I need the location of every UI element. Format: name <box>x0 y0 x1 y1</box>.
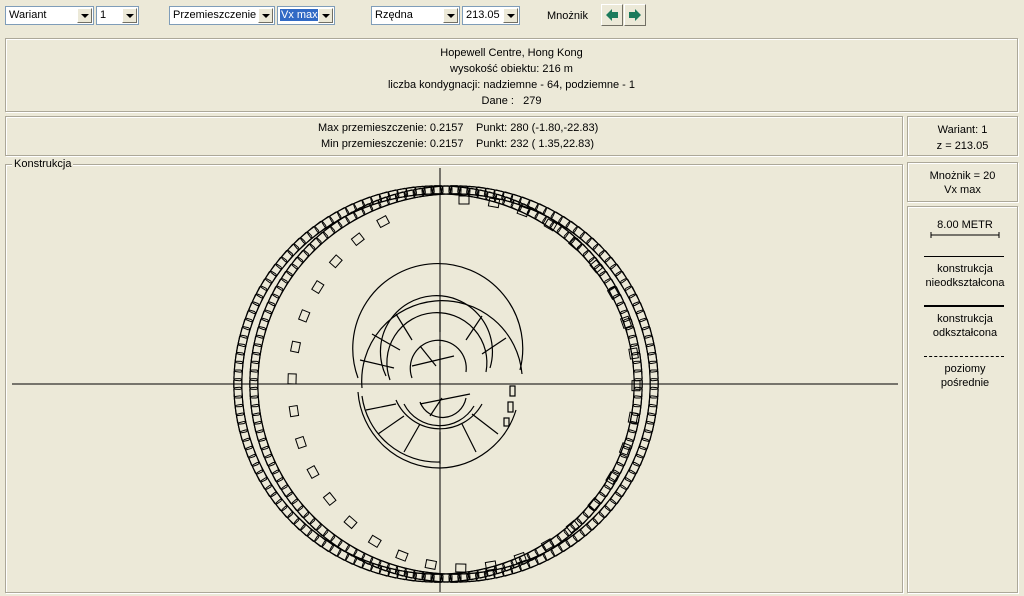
inner-core-walls <box>352 263 524 469</box>
column-section-deformed <box>632 360 643 390</box>
column-section <box>648 360 659 390</box>
column-outline-small <box>395 549 409 562</box>
column-section <box>639 317 655 348</box>
column-outline-small <box>376 215 391 229</box>
column-section <box>255 309 272 339</box>
column-section <box>251 326 267 356</box>
column-section-deformed <box>625 326 641 356</box>
column-outline-small <box>328 254 343 269</box>
column-section-deformed <box>239 429 256 459</box>
column-outline-small <box>455 563 467 573</box>
column-section <box>641 412 657 442</box>
column-section-deformed <box>625 412 641 442</box>
column-outline-small <box>288 404 300 418</box>
column-section-deformed <box>235 326 251 356</box>
column-section-deformed <box>235 412 251 442</box>
column-section-deformed <box>237 420 253 451</box>
column-section <box>636 309 653 339</box>
column-section <box>639 420 655 451</box>
column-section <box>253 317 269 348</box>
column-section <box>641 326 657 356</box>
column-section-deformed <box>237 317 253 348</box>
column-outline-small <box>287 373 297 385</box>
column-outline-small <box>605 470 619 486</box>
column-outline-small <box>311 280 325 295</box>
column-outline-small <box>322 491 337 507</box>
column-outline-small <box>367 534 382 548</box>
column-outline-small <box>343 515 358 530</box>
column-outline-small <box>289 340 302 354</box>
column-outline-small <box>297 309 311 323</box>
construction-drawing[interactable] <box>0 0 1024 596</box>
column-outline-small <box>350 232 365 247</box>
column-section-deformed <box>623 317 639 348</box>
column-outline-small <box>424 559 438 570</box>
column-outline-small <box>306 465 320 479</box>
column-section <box>255 429 272 459</box>
coordinate-axes <box>12 168 898 592</box>
column-section-deformed <box>239 309 256 339</box>
column-section <box>636 429 653 459</box>
column-section <box>251 412 267 442</box>
column-outline-small <box>458 195 470 205</box>
column-section <box>253 420 269 451</box>
column-outline-small <box>294 435 307 450</box>
